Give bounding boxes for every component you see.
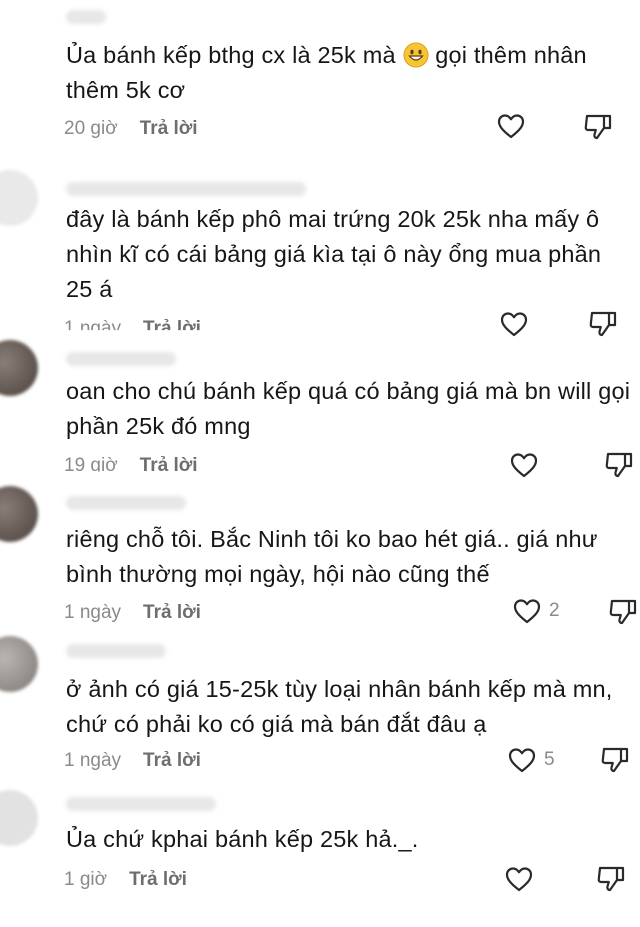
comment-text: ở ảnh có giá 15-25k tùy loại nhân bánh k… — [66, 676, 613, 737]
comment-text: Ủa chứ kphai bánh kếp 25k hả._. — [66, 826, 419, 852]
comment-meta: 1 ngày Trả lời — [64, 750, 201, 772]
reply-button[interactable]: Trả lời — [140, 118, 198, 140]
avatar[interactable] — [0, 486, 38, 542]
avatar[interactable] — [0, 636, 38, 692]
thumbs-down-outline-icon — [600, 746, 630, 774]
reply-button[interactable]: Trả lời — [143, 602, 201, 624]
like-button[interactable]: 5 — [508, 747, 555, 773]
reply-button[interactable]: Trả lời — [143, 750, 201, 772]
dislike-button[interactable] — [588, 310, 618, 338]
comment-time: 1 ngày — [64, 602, 122, 623]
username-blurred[interactable] — [66, 496, 186, 510]
heart-outline-icon — [500, 311, 528, 337]
username-blurred[interactable] — [66, 10, 106, 24]
comment-meta: 20 giờ Trả lời — [64, 118, 198, 140]
comment-time: 20 giờ — [64, 118, 118, 139]
comment-time: 1 ngày — [64, 318, 122, 339]
reply-button[interactable]: Trả lời — [140, 455, 198, 472]
comment-text: riêng chỗ tôi. Bắc Ninh tôi ko bao hét g… — [66, 526, 598, 587]
like-button[interactable] — [505, 866, 541, 892]
avatar[interactable] — [0, 170, 38, 226]
heart-outline-icon — [497, 113, 525, 139]
comment-text: đây là bánh kếp phô mai trứng 20k 25k nh… — [66, 206, 602, 302]
thumbs-down-outline-icon — [583, 113, 613, 141]
like-button[interactable] — [497, 113, 533, 139]
avatar[interactable] — [0, 340, 38, 396]
comment-meta: 1 giờ Trả lời — [64, 869, 187, 891]
comment-text: Ủa bánh kếp bthg cx là 25k mà gọi thêm n… — [66, 42, 587, 103]
username-blurred[interactable] — [66, 352, 176, 366]
like-button[interactable] — [500, 311, 536, 337]
thumbs-down-outline-icon — [608, 598, 638, 626]
dislike-button[interactable] — [608, 598, 638, 626]
grinning-face-emoji — [403, 42, 429, 68]
heart-outline-icon — [508, 747, 536, 773]
comment-meta: 1 ngày Trả lời — [64, 602, 201, 624]
like-count: 5 — [544, 749, 555, 770]
comment-time: 1 giờ — [64, 869, 108, 890]
dislike-button[interactable] — [604, 451, 634, 479]
comment-meta: 19 giờ Trả lời — [64, 455, 198, 476]
username-blurred[interactable] — [66, 644, 166, 658]
reply-button[interactable]: Trả lời — [129, 869, 187, 891]
thumbs-down-outline-icon — [588, 310, 618, 338]
reply-button[interactable]: Trả lời — [143, 318, 201, 330]
thumbs-down-outline-icon — [604, 451, 634, 479]
like-count: 2 — [549, 600, 560, 621]
avatar[interactable] — [0, 790, 38, 846]
username-blurred[interactable] — [66, 182, 306, 196]
comment-text: oan cho chú bánh kếp quá có bảng giá mà … — [66, 378, 631, 439]
comment-meta: 1 ngày Trả lời — [64, 318, 201, 339]
dislike-button[interactable] — [600, 746, 630, 774]
thumbs-down-outline-icon — [596, 865, 626, 893]
comment-time: 1 ngày — [64, 750, 122, 771]
heart-outline-icon — [510, 452, 538, 478]
comment-time: 19 giờ — [64, 455, 118, 476]
like-button[interactable] — [510, 452, 546, 478]
like-button[interactable]: 2 — [513, 598, 560, 624]
username-blurred[interactable] — [66, 797, 216, 811]
dislike-button[interactable] — [583, 113, 613, 141]
heart-outline-icon — [505, 866, 533, 892]
dislike-button[interactable] — [596, 865, 626, 893]
heart-outline-icon — [513, 598, 541, 624]
